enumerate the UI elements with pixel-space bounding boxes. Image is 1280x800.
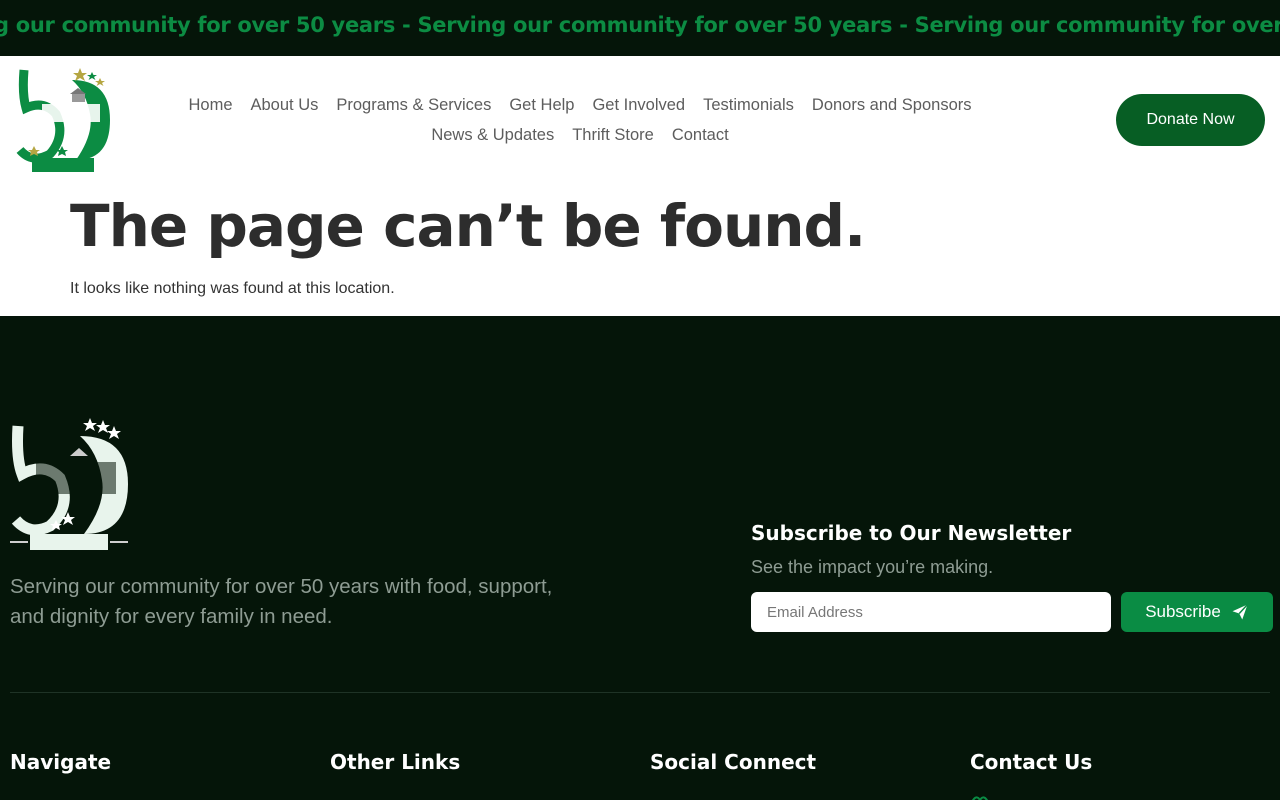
nav-item-programs-services[interactable]: Programs & Services [336,90,491,120]
email-input[interactable] [751,592,1111,632]
footer-col-social-connect: Social Connect [650,750,817,774]
nav-item-news-updates[interactable]: News & Updates [431,120,554,150]
subscribe-label: Subscribe [1145,602,1221,621]
site-logo[interactable] [14,64,116,176]
nav-item-home[interactable]: Home [188,90,232,120]
send-icon [1232,603,1248,620]
nav-item-thrift-store[interactable]: Thrift Store [572,120,654,150]
announcement-ticker: g our community for over 50 years - Serv… [0,0,1280,56]
nav-item-contact[interactable]: Contact [672,120,729,150]
location-icon [971,796,989,800]
footer-col-other-links: Other Links [330,750,461,774]
site-footer: Serving our community for over 50 years … [0,316,1280,800]
newsletter-subtitle: See the impact you’re making. [751,557,994,577]
ticker-text: g our community for over 50 years - Serv… [0,13,1280,37]
footer-col-navigate: Navigate [10,750,112,774]
nav-item-about-us[interactable]: About Us [251,90,319,120]
footer-col-contact-us: Contact Us [970,750,1093,774]
nav-item-get-involved[interactable]: Get Involved [592,90,685,120]
subscribe-button[interactable]: Subscribe [1121,592,1273,632]
nav-item-testimonials[interactable]: Testimonials [703,90,794,120]
nav-item-get-help[interactable]: Get Help [509,90,574,120]
site-header: Home About Us Programs & Services Get Help G… [0,56,1280,184]
footer-tagline: Serving our community for over 50 years … [10,575,553,628]
not-found-message: It looks like nothing was found at this … [70,280,395,297]
nav-item-donors-sponsors[interactable]: Donors and Sponsors [812,90,972,120]
footer-divider [10,692,1270,693]
donate-now-button[interactable]: Donate Now [1116,94,1265,146]
footer-logo[interactable] [8,414,132,554]
page-title: The page can’t be found. [70,192,866,260]
newsletter-title: Subscribe to Our Newsletter [751,521,1072,545]
jackson-house-50-logo [16,68,110,172]
jackson-house-50-logo-white [10,418,128,550]
main-nav: Home About Us Programs & Services Get Help G… [176,90,984,150]
